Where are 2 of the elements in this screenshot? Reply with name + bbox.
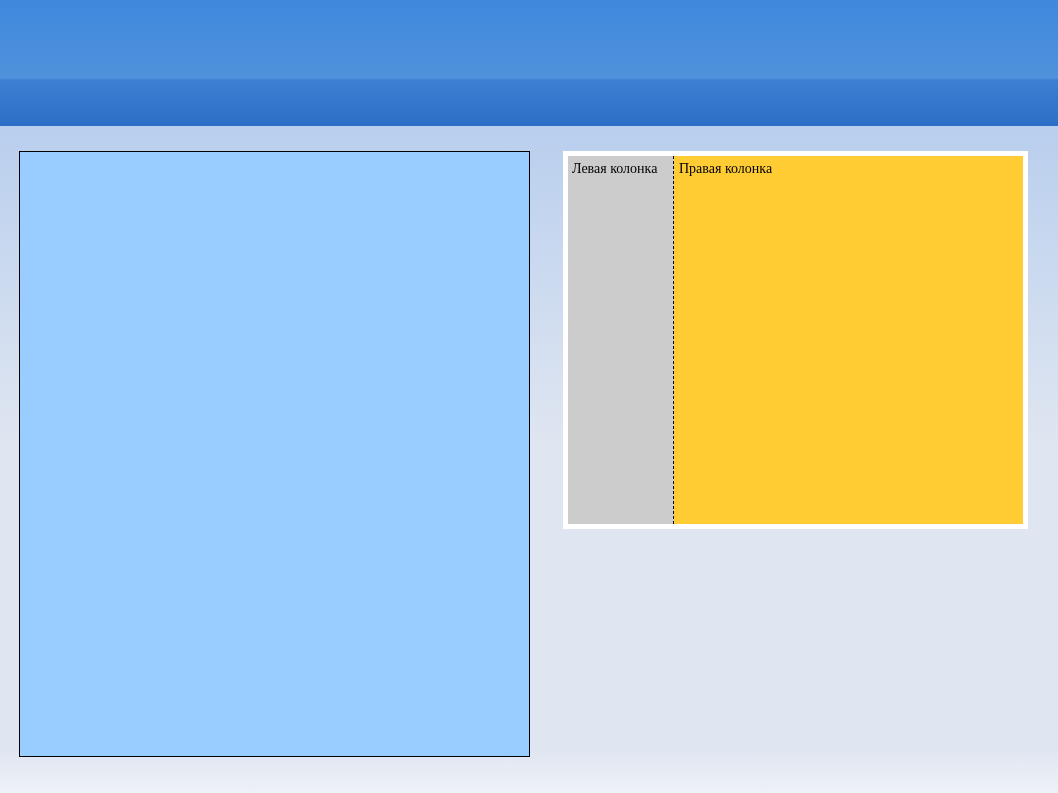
left-column-label: Левая колонка	[572, 161, 658, 176]
right-column-label: Правая колонка	[679, 161, 773, 176]
